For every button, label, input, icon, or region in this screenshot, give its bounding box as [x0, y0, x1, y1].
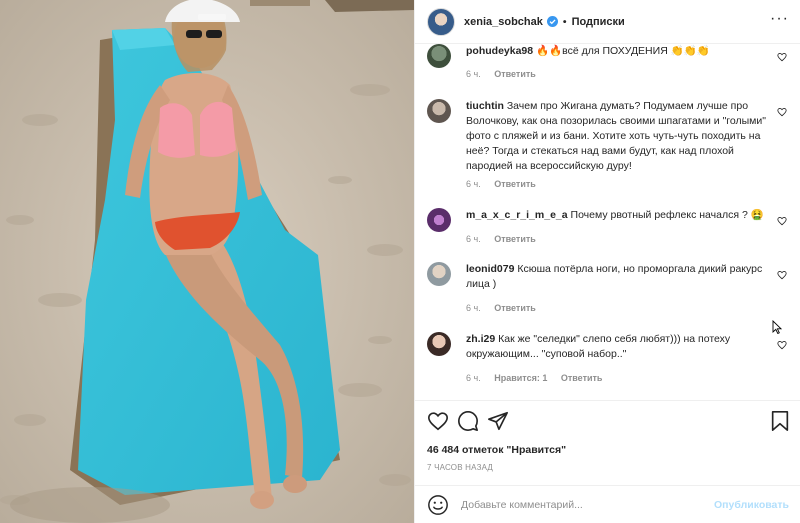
comment-time[interactable]: 6 ч. — [466, 373, 481, 383]
comment-icon[interactable] — [457, 410, 479, 432]
bookmark-icon[interactable] — [769, 410, 791, 432]
comment-text-block: leonid079 Ксюша потёрла ноги, но проморг… — [466, 262, 766, 292]
comment-time[interactable]: 6 ч. — [466, 234, 481, 244]
comment-meta: 6 ч. Нравится: 1 Ответить — [466, 373, 613, 383]
comment-meta: 6 ч. Ответить — [466, 69, 547, 79]
comment-text: Зачем про Жигана думать? Подумаем лучше … — [466, 100, 766, 172]
comment-like-heart-icon[interactable] — [777, 270, 787, 280]
commenter-username[interactable]: pohudeyka98 — [466, 45, 533, 57]
commenter-avatar[interactable] — [427, 44, 451, 68]
emoji-icon[interactable] — [427, 494, 449, 516]
comment-time[interactable]: 6 ч. — [466, 303, 481, 313]
comment-like-heart-icon[interactable] — [777, 52, 787, 62]
instagram-post-window: xenia_sobchak • Подписки ··· pohudeyka98… — [0, 0, 800, 523]
comments-list[interactable]: pohudeyka98 🔥🔥всё для ПОХУДЕНИЯ 👏👏👏 6 ч.… — [415, 44, 800, 400]
reply-button[interactable]: Ответить — [494, 303, 536, 313]
reply-button[interactable]: Ответить — [494, 179, 536, 189]
post-side-panel: xenia_sobchak • Подписки ··· pohudeyka98… — [414, 0, 800, 523]
reply-button[interactable]: Ответить — [494, 69, 536, 79]
publish-button[interactable]: Опубликовать — [714, 499, 789, 511]
author-avatar[interactable] — [427, 7, 455, 36]
header-separator: • — [562, 15, 567, 28]
comment-input[interactable] — [461, 498, 726, 511]
commenter-avatar[interactable] — [427, 262, 451, 286]
verified-badge-icon — [546, 16, 558, 27]
comment-like-heart-icon[interactable] — [777, 340, 787, 350]
comment-meta: 6 ч. Ответить — [466, 234, 547, 244]
share-icon[interactable] — [487, 410, 509, 432]
post-actions: 46 484 отметок "Нравится" 7 ЧАСОВ НАЗАД — [415, 400, 800, 497]
comment-meta: 6 ч. Ответить — [466, 179, 547, 189]
add-comment-bar: Опубликовать — [415, 485, 800, 523]
comment-text-block: m_a_x_c_r_i_m_e_a Почему рвотный рефлекс… — [466, 208, 766, 223]
commenter-avatar[interactable] — [427, 208, 451, 232]
comment-text: Как же "селедки" слепо себя любят))) на … — [466, 333, 731, 360]
commenter-username[interactable]: m_a_x_c_r_i_m_e_a — [466, 209, 568, 221]
comment-like-heart-icon[interactable] — [777, 216, 787, 226]
commenter-username[interactable]: zh.i29 — [466, 333, 495, 345]
commenter-username[interactable]: leonid079 — [466, 263, 514, 275]
comment-text-block: zh.i29 Как же "селедки" слепо себя любят… — [466, 332, 766, 362]
comment-text-block: pohudeyka98 🔥🔥всё для ПОХУДЕНИЯ 👏👏👏 — [466, 44, 766, 59]
post-photo[interactable] — [0, 0, 414, 523]
reply-button[interactable]: Ответить — [561, 373, 603, 383]
post-header: xenia_sobchak • Подписки ··· — [415, 0, 800, 44]
following-button[interactable]: Подписки — [572, 16, 625, 28]
commenter-avatar[interactable] — [427, 332, 451, 356]
comment-like-heart-icon[interactable] — [777, 107, 787, 117]
comment-text-block: tiuchtin Зачем про Жигана думать? Подума… — [466, 99, 766, 174]
comment-text: 🔥🔥всё для ПОХУДЕНИЯ 👏👏👏 — [536, 45, 710, 57]
comment-time[interactable]: 6 ч. — [466, 179, 481, 189]
author-username[interactable]: xenia_sobchak — [464, 16, 543, 28]
commenter-avatar[interactable] — [427, 99, 451, 123]
beach-photo-illustration — [0, 0, 414, 523]
comment-time[interactable]: 6 ч. — [466, 69, 481, 79]
more-options-icon[interactable]: ··· — [770, 11, 789, 27]
heart-icon[interactable] — [427, 410, 449, 432]
commenter-username[interactable]: tiuchtin — [466, 100, 504, 112]
comment-meta: 6 ч. Ответить — [466, 303, 547, 313]
post-timestamp[interactable]: 7 ЧАСОВ НАЗАД — [427, 463, 493, 472]
comment-likes-count[interactable]: Нравится: 1 — [494, 373, 547, 383]
comment-text: Почему рвотный рефлекс начался ? 🤮 — [570, 209, 764, 221]
reply-button[interactable]: Ответить — [494, 234, 536, 244]
likes-count[interactable]: 46 484 отметок "Нравится" — [427, 444, 566, 456]
mouse-cursor-icon — [772, 320, 782, 334]
